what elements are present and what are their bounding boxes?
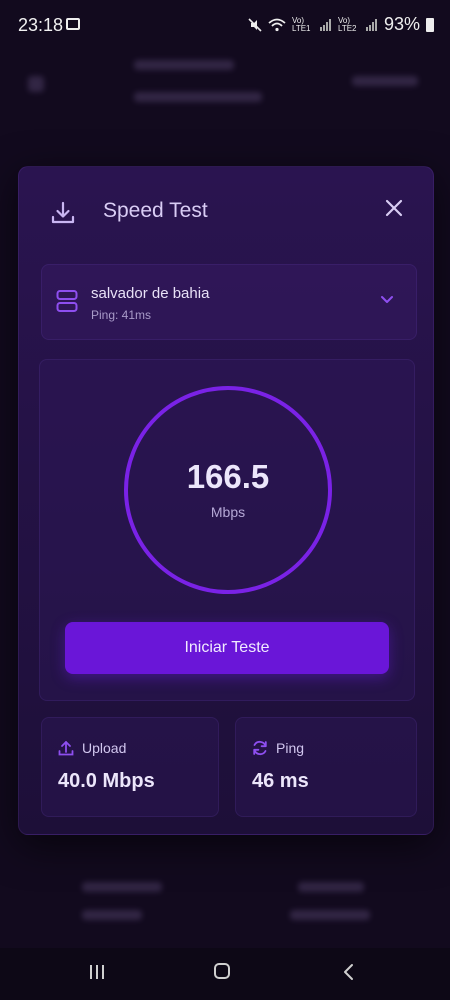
server-ping: Ping: 41ms: [91, 308, 152, 322]
home-icon[interactable]: [214, 963, 230, 979]
ping-value: 46 ms: [252, 770, 309, 792]
upload-icon: [58, 741, 74, 756]
upload-value: 40.0 Mbps: [58, 770, 155, 792]
upload-label: Upload: [82, 740, 127, 756]
chevron-down-icon: [381, 296, 393, 303]
recent-apps-icon[interactable]: [88, 964, 106, 980]
speed-gauge-card: 166.5 Mbps Iniciar Teste: [39, 359, 415, 701]
back-icon[interactable]: [342, 963, 354, 981]
download-icon: [51, 201, 75, 224]
start-test-button[interactable]: Iniciar Teste: [65, 622, 389, 674]
server-icon: [56, 290, 78, 312]
download-speed-value: 166.5: [186, 458, 270, 495]
system-nav-bar: [0, 948, 450, 1000]
server-selector[interactable]: salvador de bahia Ping: 41ms: [41, 264, 417, 340]
upload-stat-card: Upload 40.0 Mbps: [41, 717, 219, 817]
download-speed-unit: Mbps: [210, 504, 246, 520]
close-icon[interactable]: [383, 197, 405, 219]
ping-label: Ping: [276, 740, 305, 756]
modal-title: Speed Test: [103, 199, 208, 222]
server-name: salvador de bahia: [91, 285, 210, 302]
ping-stat-card: Ping 46 ms: [235, 717, 417, 817]
refresh-icon: [253, 740, 267, 756]
speed-test-modal: Speed Test salvador de bahia Ping: 41ms …: [18, 166, 434, 835]
